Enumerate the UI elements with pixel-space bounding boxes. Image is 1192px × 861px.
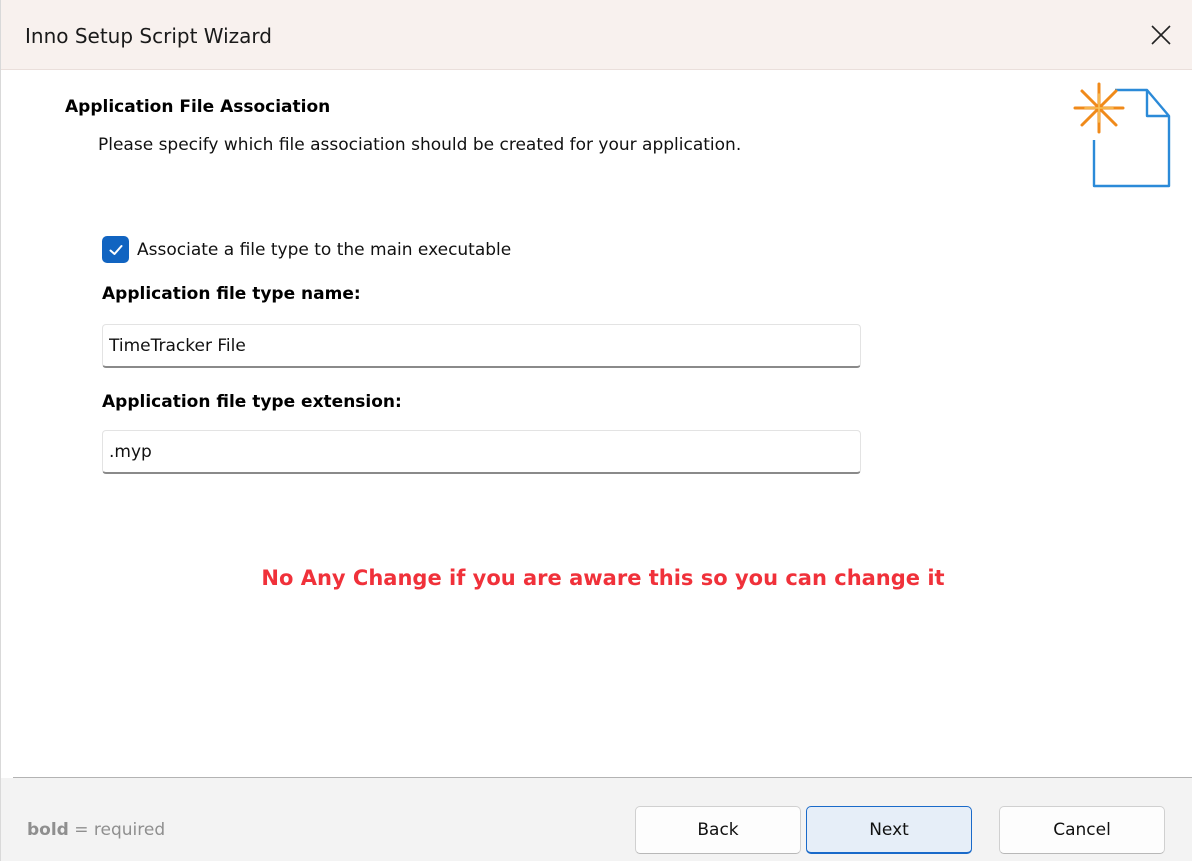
file-type-extension-input[interactable]	[102, 430, 861, 474]
file-type-name-input[interactable]	[102, 324, 861, 368]
next-button[interactable]: Next	[806, 806, 972, 854]
check-icon	[109, 244, 122, 255]
associate-checkbox-label: Associate a file type to the main execut…	[137, 239, 512, 260]
cancel-button[interactable]: Cancel	[999, 806, 1165, 854]
page-description: Please specify which file association sh…	[98, 135, 742, 155]
legend-rest: = required	[68, 820, 166, 840]
close-button[interactable]	[1129, 0, 1192, 70]
wizard-window: Inno Setup Script Wizard Application Fil…	[0, 0, 1192, 861]
notice-text: No Any Change if you are aware this so y…	[261, 566, 945, 590]
file-type-extension-label: Application file type extension:	[102, 392, 402, 412]
window-title: Inno Setup Script Wizard	[25, 24, 272, 48]
checkbox-checked[interactable]	[102, 236, 129, 263]
new-document-icon	[1073, 82, 1171, 188]
file-type-name-label: Application file type name:	[102, 284, 361, 304]
required-legend: bold = required	[27, 820, 165, 840]
title-bar: Inno Setup Script Wizard	[1, 0, 1192, 70]
legend-bold: bold	[27, 820, 69, 840]
back-button[interactable]: Back	[635, 806, 801, 854]
close-icon	[1151, 25, 1171, 45]
associate-checkbox[interactable]: Associate a file type to the main execut…	[102, 236, 511, 263]
page-heading: Application File Association	[65, 97, 331, 117]
